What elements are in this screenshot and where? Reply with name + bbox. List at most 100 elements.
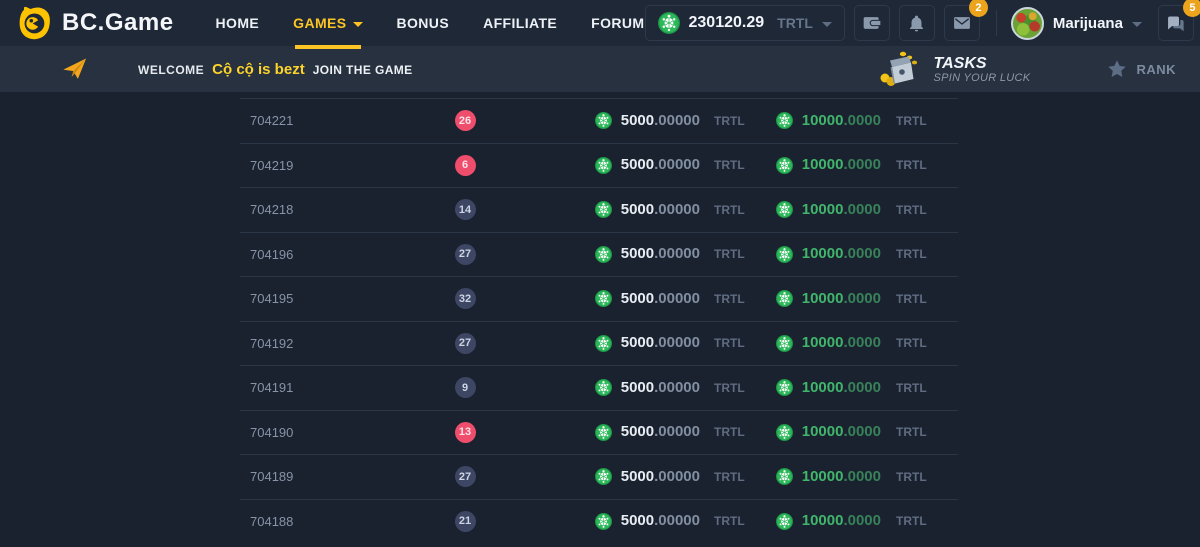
payout-currency: TRTL bbox=[881, 425, 948, 439]
header-divider bbox=[996, 10, 997, 36]
tasks-labels: TASKS SPIN YOUR LUCK bbox=[934, 55, 1031, 84]
payout-amount-cell: 10000.0000 bbox=[756, 112, 881, 130]
bet-currency: TRTL bbox=[700, 247, 756, 261]
trtl-coin-icon bbox=[595, 246, 612, 263]
chevron-down-icon bbox=[822, 22, 832, 27]
payout-amount: 10000.0000 bbox=[802, 379, 881, 397]
trtl-coin-icon bbox=[595, 513, 612, 530]
bet-amount: 5000.00000 bbox=[621, 468, 700, 486]
trtl-coin-icon bbox=[776, 112, 793, 129]
bet-amount: 5000.00000 bbox=[621, 112, 700, 130]
bcgame-logo[interactable]: BC.Game bbox=[16, 5, 174, 41]
mail-icon bbox=[952, 13, 972, 33]
badge-cell: 26 bbox=[440, 110, 490, 131]
bet-currency: TRTL bbox=[700, 470, 756, 484]
table-row[interactable]: 704191 9 bbox=[240, 365, 958, 410]
multiplier-badge: 27 bbox=[455, 244, 476, 265]
bcgame-logo-icon bbox=[16, 5, 52, 41]
table-row[interactable]: 704196 27 bbox=[240, 232, 958, 277]
rank-widget[interactable]: RANK bbox=[1106, 58, 1176, 80]
nav-games[interactable]: GAMES bbox=[293, 0, 362, 46]
balance-selector[interactable]: 230120.29 TRTL bbox=[645, 5, 845, 41]
rank-label: RANK bbox=[1136, 62, 1176, 77]
bet-currency: TRTL bbox=[700, 292, 756, 306]
bet-id: 704196 bbox=[250, 247, 440, 262]
trtl-coin-icon bbox=[776, 201, 793, 218]
table-row[interactable]: 704188 21 bbox=[240, 499, 958, 544]
payout-amount-cell: 10000.0000 bbox=[756, 512, 881, 530]
chevron-down-icon bbox=[1132, 22, 1142, 27]
nav-home[interactable]: HOME bbox=[216, 0, 260, 46]
page: BC.Game HOME GAMES BONUS AFFILIATE FORUM bbox=[0, 0, 1200, 547]
trtl-coin-icon bbox=[595, 112, 612, 129]
bet-amount: 5000.00000 bbox=[621, 245, 700, 263]
multiplier-badge: 27 bbox=[455, 466, 476, 487]
megaphone-icon bbox=[60, 55, 90, 83]
bet-id: 704190 bbox=[250, 425, 440, 440]
wallet-button[interactable] bbox=[854, 5, 890, 41]
table-row[interactable]: 704190 13 bbox=[240, 410, 958, 455]
trtl-coin-icon bbox=[776, 468, 793, 485]
badge-cell: 27 bbox=[440, 244, 490, 265]
bet-amount-cell: 5000.00000 bbox=[490, 156, 700, 174]
wallet-icon bbox=[862, 13, 882, 33]
nav-bonus[interactable]: BONUS bbox=[397, 0, 450, 46]
bet-amount-cell: 5000.00000 bbox=[490, 379, 700, 397]
trtl-coin-icon bbox=[776, 379, 793, 396]
multiplier-badge: 27 bbox=[455, 333, 476, 354]
bet-amount: 5000.00000 bbox=[621, 334, 700, 352]
nav-affiliate[interactable]: AFFILIATE bbox=[483, 0, 557, 46]
table-row[interactable]: 704218 14 bbox=[240, 187, 958, 232]
payout-amount: 10000.0000 bbox=[802, 468, 881, 486]
user-menu[interactable]: Marijuana bbox=[1011, 7, 1142, 40]
table-row[interactable]: 704195 32 bbox=[240, 276, 958, 321]
trtl-coin-icon bbox=[776, 424, 793, 441]
trtl-coin-icon bbox=[776, 290, 793, 307]
payout-amount: 10000.0000 bbox=[802, 334, 881, 352]
badge-cell: 27 bbox=[440, 333, 490, 354]
table-row[interactable]: 704219 6 bbox=[240, 143, 958, 188]
payout-amount: 10000.0000 bbox=[802, 512, 881, 530]
multiplier-badge: 14 bbox=[455, 199, 476, 220]
bet-amount: 5000.00000 bbox=[621, 423, 700, 441]
payout-amount-cell: 10000.0000 bbox=[756, 156, 881, 174]
tasks-title: TASKS bbox=[934, 55, 1031, 72]
bet-amount: 5000.00000 bbox=[621, 379, 700, 397]
welcome-label: WELCOME bbox=[138, 63, 204, 77]
badge-cell: 14 bbox=[440, 199, 490, 220]
payout-amount-cell: 10000.0000 bbox=[756, 423, 881, 441]
payout-amount: 10000.0000 bbox=[802, 245, 881, 263]
table-row[interactable]: 704221 26 bbox=[240, 98, 958, 143]
header-right: 230120.29 TRTL bbox=[645, 5, 1194, 41]
table-row[interactable]: 704192 27 bbox=[240, 321, 958, 366]
bet-currency: TRTL bbox=[700, 114, 756, 128]
badge-cell: 9 bbox=[440, 377, 490, 398]
chat-button[interactable]: 5 bbox=[1158, 5, 1194, 41]
trtl-coin-icon bbox=[776, 246, 793, 263]
welcome-username: Cộ cộ is bezt bbox=[212, 61, 305, 78]
bet-id: 704219 bbox=[250, 158, 440, 173]
payout-currency: TRTL bbox=[881, 114, 948, 128]
bet-amount: 5000.00000 bbox=[621, 290, 700, 308]
bet-amount-cell: 5000.00000 bbox=[490, 512, 700, 530]
balance-amount: 230120.29 bbox=[689, 14, 765, 32]
payout-amount-cell: 10000.0000 bbox=[756, 290, 881, 308]
mail-count-badge: 2 bbox=[969, 0, 988, 17]
balance-currency: TRTL bbox=[777, 15, 813, 31]
tasks-widget[interactable]: TASKS SPIN YOUR LUCK bbox=[878, 49, 1031, 89]
nav-forum[interactable]: FORUM bbox=[591, 0, 644, 46]
chat-count-badge: 5 bbox=[1183, 0, 1200, 17]
bet-id: 704189 bbox=[250, 469, 440, 484]
welcome-message: WELCOME Cộ cộ is bezt JOIN THE GAME bbox=[138, 61, 413, 78]
bet-currency: TRTL bbox=[700, 514, 756, 528]
trtl-coin-icon bbox=[595, 157, 612, 174]
payout-amount-cell: 10000.0000 bbox=[756, 201, 881, 219]
messages-button[interactable]: 2 bbox=[944, 5, 980, 41]
table-row[interactable]: 704189 27 bbox=[240, 454, 958, 499]
badge-cell: 6 bbox=[440, 155, 490, 176]
payout-amount: 10000.0000 bbox=[802, 112, 881, 130]
notifications-button[interactable] bbox=[899, 5, 935, 41]
tasks-subtitle: SPIN YOUR LUCK bbox=[934, 72, 1031, 84]
badge-cell: 21 bbox=[440, 511, 490, 532]
payout-currency: TRTL bbox=[881, 514, 948, 528]
